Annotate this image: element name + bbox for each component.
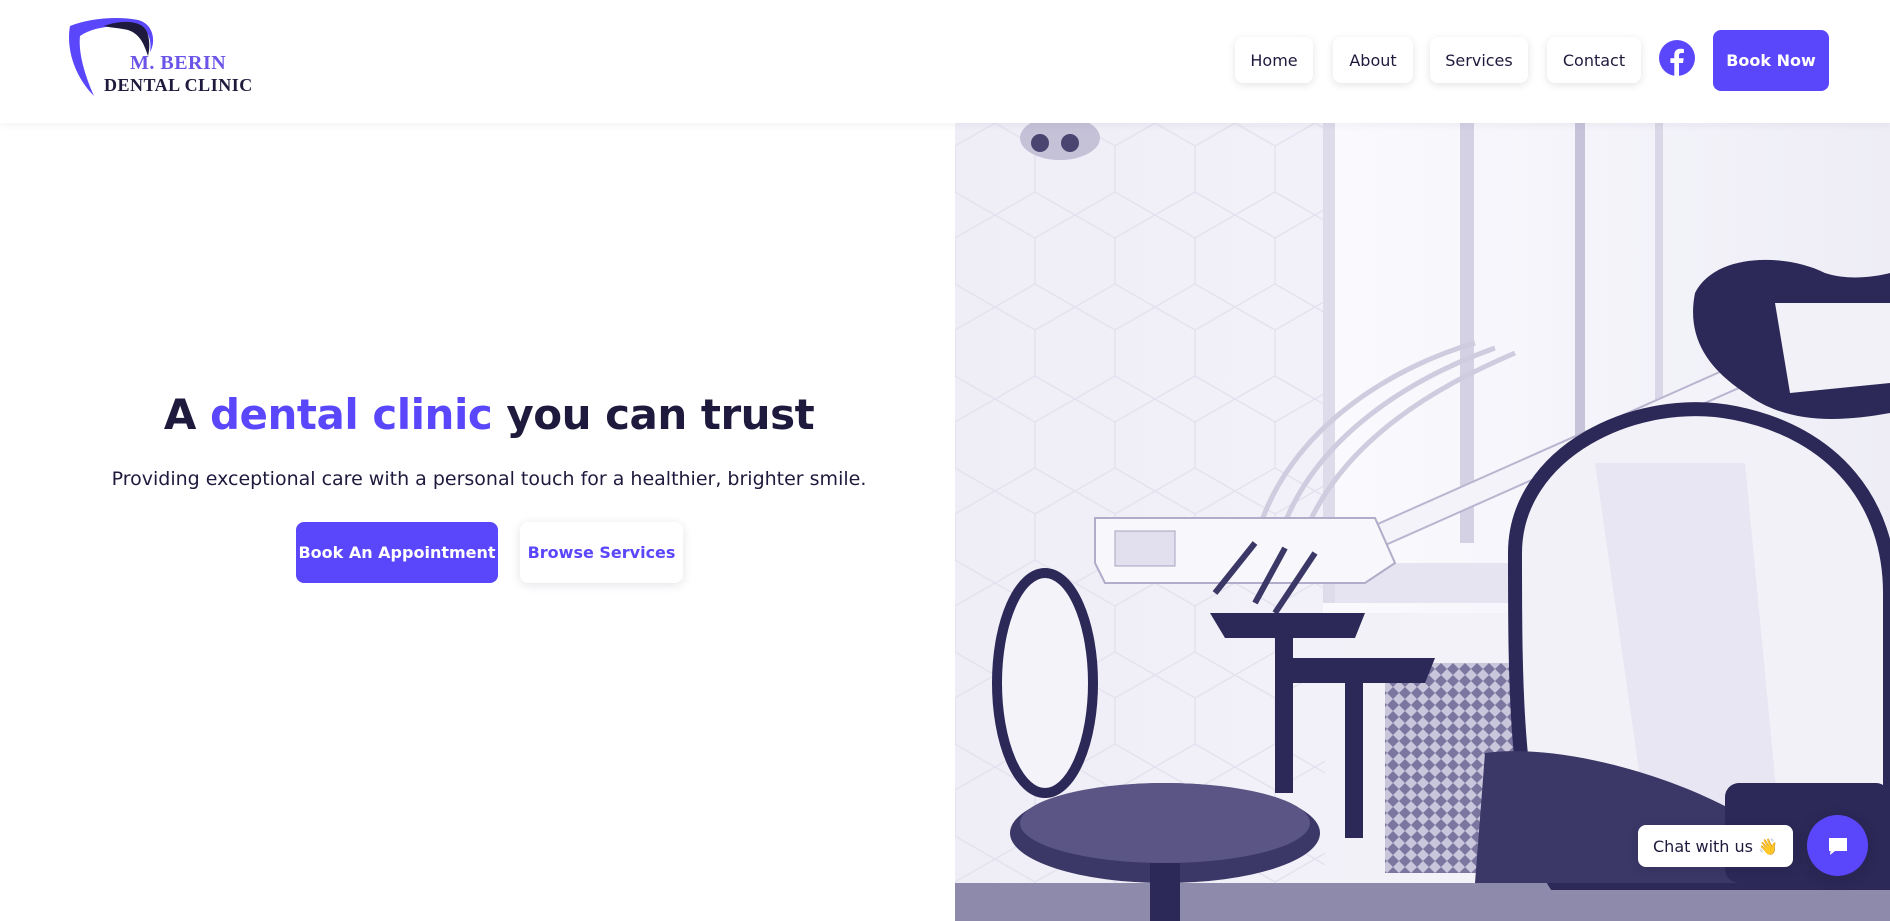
hero-title-end: you can trust <box>506 390 815 439</box>
facebook-icon[interactable] <box>1659 40 1695 76</box>
hero-subtitle: Providing exceptional care with a person… <box>111 468 867 490</box>
hero-image-dental-chair <box>955 123 1890 921</box>
chat-with-us-label[interactable]: Chat with us 👋 <box>1638 825 1793 867</box>
logo-subtitle: DENTAL CLINIC <box>104 75 253 95</box>
logo-name: M. BERIN <box>130 52 227 74</box>
hero-title-accent: dental clinic <box>209 390 493 439</box>
chat-bubble-button[interactable] <box>1807 815 1868 876</box>
clinic-logo[interactable]: M. BERIN DENTAL CLINIC <box>64 18 254 100</box>
book-appointment-button[interactable]: Book An Appointment <box>296 522 498 583</box>
book-now-button[interactable]: Book Now <box>1713 30 1829 91</box>
nav-about[interactable]: About <box>1333 37 1413 83</box>
chat-bubble-icon <box>1828 837 1847 855</box>
hero-title: A dental clinic you can trust <box>0 390 978 439</box>
nav-services[interactable]: Services <box>1430 37 1528 83</box>
hero-title-start: A <box>163 390 197 439</box>
chat-label-text: Chat with us <box>1653 836 1753 856</box>
wave-emoji-icon: 👋 <box>1758 836 1778 856</box>
nav-home[interactable]: Home <box>1235 37 1313 83</box>
site-header: M. BERIN DENTAL CLINIC Home About Servic… <box>0 0 1890 123</box>
browse-services-button[interactable]: Browse Services <box>520 522 683 583</box>
nav-contact[interactable]: Contact <box>1547 37 1641 83</box>
